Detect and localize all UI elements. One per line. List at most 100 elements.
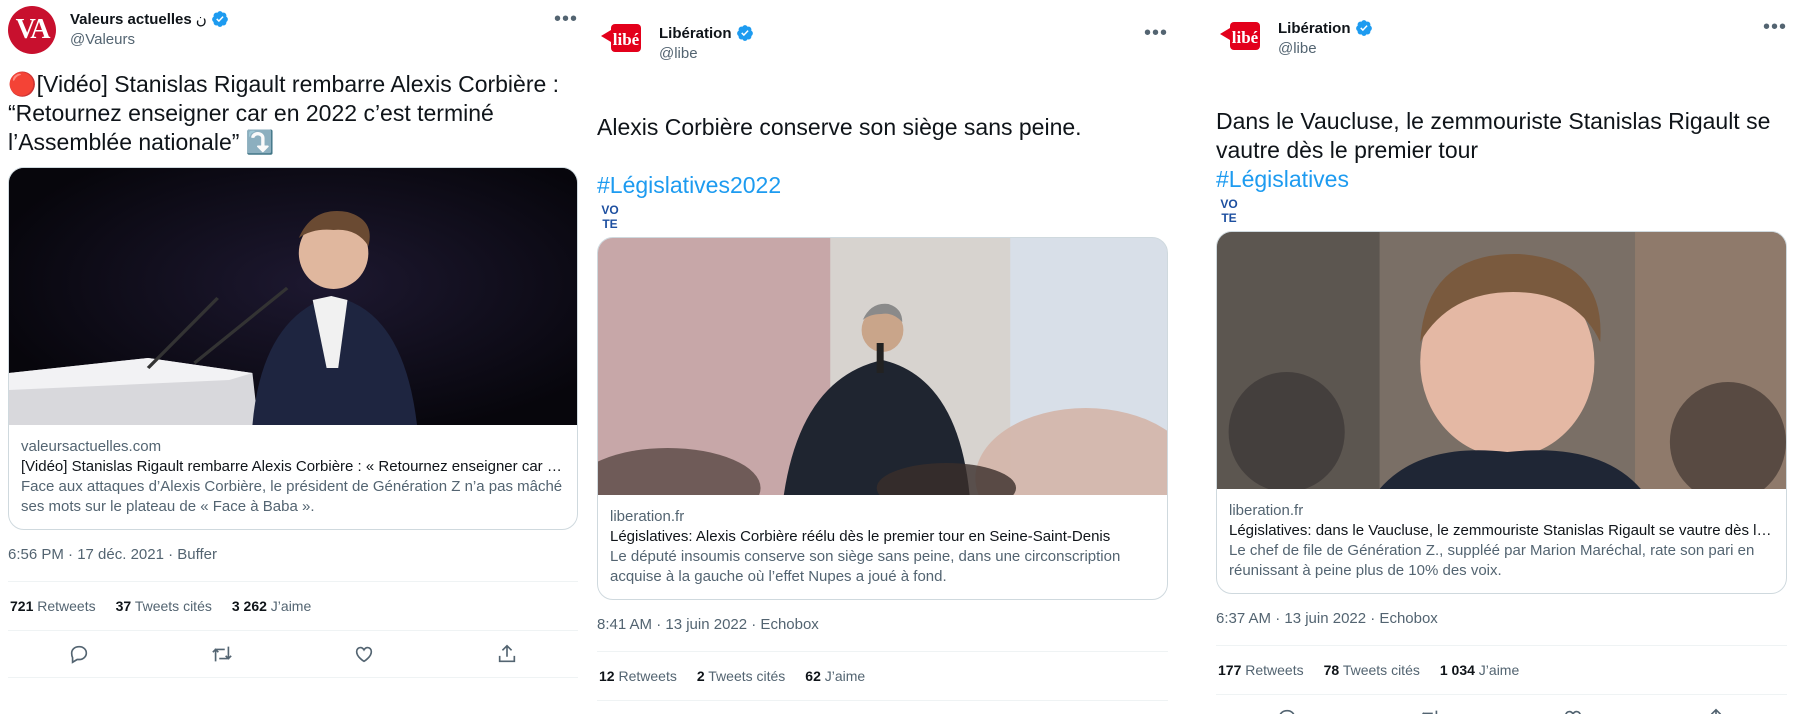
stat-quotes[interactable]: 2 Tweets cités xyxy=(697,668,785,684)
author-handle[interactable]: @libe xyxy=(659,45,698,62)
retweet-icon[interactable] xyxy=(211,643,233,665)
stat-label: Tweets cités xyxy=(1342,661,1420,678)
more-icon[interactable]: ••• xyxy=(1144,23,1168,43)
tweet-header: libé Libération @libe ••• xyxy=(1216,0,1787,60)
avatar[interactable]: VA xyxy=(8,6,56,54)
stat-label: J’aime xyxy=(1478,661,1520,678)
stat-likes[interactable]: 1 034 J’aime xyxy=(1440,662,1519,678)
tweet-libe-corbiere[interactable]: libé Libération @libe ••• Alexis Corbièr… xyxy=(597,0,1168,714)
stat-retweets[interactable]: 177 Retweets xyxy=(1218,662,1304,678)
vote-badge-icon: VO TE xyxy=(1220,197,1237,225)
card-description: Le chef de file de Génération Z., supplé… xyxy=(1229,541,1755,579)
author-name-suffix: ن xyxy=(195,11,207,28)
card-title: Législatives: Alexis Corbière réélu dès … xyxy=(610,527,1111,545)
reply-icon[interactable] xyxy=(68,643,90,665)
avatar-text: libé xyxy=(1232,28,1259,47)
stat-retweets[interactable]: 721 Retweets xyxy=(10,598,96,614)
verified-icon xyxy=(211,11,228,27)
tweet-actions xyxy=(8,631,578,678)
card-domain: liberation.fr xyxy=(1229,501,1304,519)
stat-likes[interactable]: 62 J’aime xyxy=(805,668,865,684)
tweet-timestamp[interactable]: 8:41 AM · 13 juin 2022 · Echobox xyxy=(597,600,1168,652)
stat-label: Tweets cités xyxy=(708,667,786,684)
author-handle[interactable]: @Valeurs xyxy=(70,31,135,48)
card-image xyxy=(598,237,1167,495)
card-title: [Vidéo] Stanislas Rigault rembarre Alexi… xyxy=(21,458,565,475)
more-icon[interactable]: ••• xyxy=(1763,17,1787,37)
vote-badge-icon: VO TE xyxy=(601,203,618,231)
author-name-text: Libération xyxy=(1278,19,1351,37)
tweet-libe-rigault[interactable]: libé Libération @libe ••• Dans le Vauclu… xyxy=(1216,0,1787,714)
stat-number: 12 xyxy=(599,667,615,684)
stat-label: J’aime xyxy=(270,598,312,614)
stat-label: Retweets xyxy=(618,667,677,684)
svg-text:VO: VO xyxy=(601,203,618,217)
card-image xyxy=(1217,231,1786,489)
link-card[interactable]: liberation.fr Législatives: dans le Vauc… xyxy=(1216,230,1787,594)
tweet-timestamp[interactable]: 6:56 PM · 17 déc. 2021 · Buffer xyxy=(8,530,578,582)
avatar[interactable]: libé xyxy=(597,14,645,62)
stat-number: 2 xyxy=(696,667,705,684)
stat-retweets[interactable]: 12 Retweets xyxy=(599,668,677,684)
retweet-icon[interactable] xyxy=(1419,707,1441,714)
author-name-text: Valeurs actuelles xyxy=(70,10,192,28)
svg-text:VO: VO xyxy=(1220,197,1237,211)
stat-number: 1 034 xyxy=(1439,661,1475,678)
link-card[interactable]: liberation.fr Législatives: Alexis Corbi… xyxy=(597,236,1168,600)
stat-label: Retweets xyxy=(37,598,96,614)
like-icon[interactable] xyxy=(1562,707,1584,714)
tweet-text: 🔴[Vidéo] Stanislas Rigault rembarre Alex… xyxy=(8,71,560,155)
card-body: valeursactuelles.com [Vidéo] Stanislas R… xyxy=(9,425,577,529)
like-icon[interactable] xyxy=(353,643,375,665)
author-name[interactable]: Valeurs actuelles ن xyxy=(70,10,229,28)
tweet-actions xyxy=(597,701,1168,714)
stat-label: J’aime xyxy=(824,667,866,684)
avatar[interactable]: libé xyxy=(1216,12,1264,60)
svg-text:TE: TE xyxy=(602,217,617,231)
author-name[interactable]: Libération xyxy=(1278,19,1373,37)
author-handle[interactable]: @libe xyxy=(1278,40,1317,57)
more-icon[interactable]: ••• xyxy=(554,9,578,29)
tweet-stats: 12 Retweets 2 Tweets cités 62 J’aime xyxy=(597,652,1168,701)
stat-quotes[interactable]: 78 Tweets cités xyxy=(1324,662,1420,678)
share-icon[interactable] xyxy=(1705,707,1727,714)
card-domain: liberation.fr xyxy=(610,507,685,525)
stat-number: 37 xyxy=(115,598,132,614)
tweet-timestamp[interactable]: 6:37 AM · 13 juin 2022 · Echobox xyxy=(1216,594,1787,646)
author-name[interactable]: Libération xyxy=(659,24,754,42)
avatar-text: libé xyxy=(613,30,640,49)
tweet-header: VA Valeurs actuelles ن @Valeurs ••• xyxy=(8,0,578,60)
stat-number: 78 xyxy=(1323,661,1340,678)
card-image xyxy=(9,168,577,425)
tweet-header: libé Libération @libe ••• xyxy=(597,0,1168,62)
reply-icon[interactable] xyxy=(1276,707,1298,714)
card-title: Législatives: dans le Vaucluse, le zemmo… xyxy=(1229,521,1774,539)
stat-number: 721 xyxy=(10,598,34,614)
tweet-text-body: Alexis Corbière conserve son siège sans … xyxy=(597,114,1082,140)
hashtag-link[interactable]: #Législatives2022 xyxy=(597,172,781,198)
link-card[interactable]: valeursactuelles.com [Vidéo] Stanislas R… xyxy=(8,167,578,530)
stat-number: 62 xyxy=(805,667,821,684)
tweet-actions xyxy=(1216,695,1787,714)
share-icon[interactable] xyxy=(496,643,518,665)
card-description: Le député insoumis conserve son siège sa… xyxy=(610,547,1121,585)
tweet-text: Alexis Corbière conserve son siège sans … xyxy=(597,84,1168,231)
stat-label: Retweets xyxy=(1245,661,1304,678)
hashtag-link[interactable]: #Législatives xyxy=(1216,166,1349,192)
stat-quotes[interactable]: 37 Tweets cités xyxy=(116,598,212,614)
tweet-stats: 721 Retweets 37 Tweets cités 3 262 J’aim… xyxy=(8,582,578,631)
card-description: Face aux attaques d’Alexis Corbière, le … xyxy=(21,478,563,515)
card-body: liberation.fr Législatives: dans le Vauc… xyxy=(1217,489,1786,593)
stat-number: 3 262 xyxy=(231,598,267,614)
verified-icon xyxy=(1355,20,1372,36)
card-domain: valeursactuelles.com xyxy=(21,438,162,455)
stat-likes[interactable]: 3 262 J’aime xyxy=(232,598,311,614)
verified-icon xyxy=(736,25,753,41)
avatar-text: VA xyxy=(15,14,51,45)
stat-number: 177 xyxy=(1218,661,1242,678)
tweet-valeurs[interactable]: VA Valeurs actuelles ن @Valeurs ••• 🔴[Vi… xyxy=(8,0,578,714)
stat-label: Tweets cités xyxy=(134,598,212,614)
tweet-text-body: Dans le Vaucluse, le zemmouriste Stanisl… xyxy=(1216,108,1771,163)
tweet-text: Dans le Vaucluse, le zemmouriste Stanisl… xyxy=(1216,78,1787,225)
svg-text:TE: TE xyxy=(1221,211,1236,225)
